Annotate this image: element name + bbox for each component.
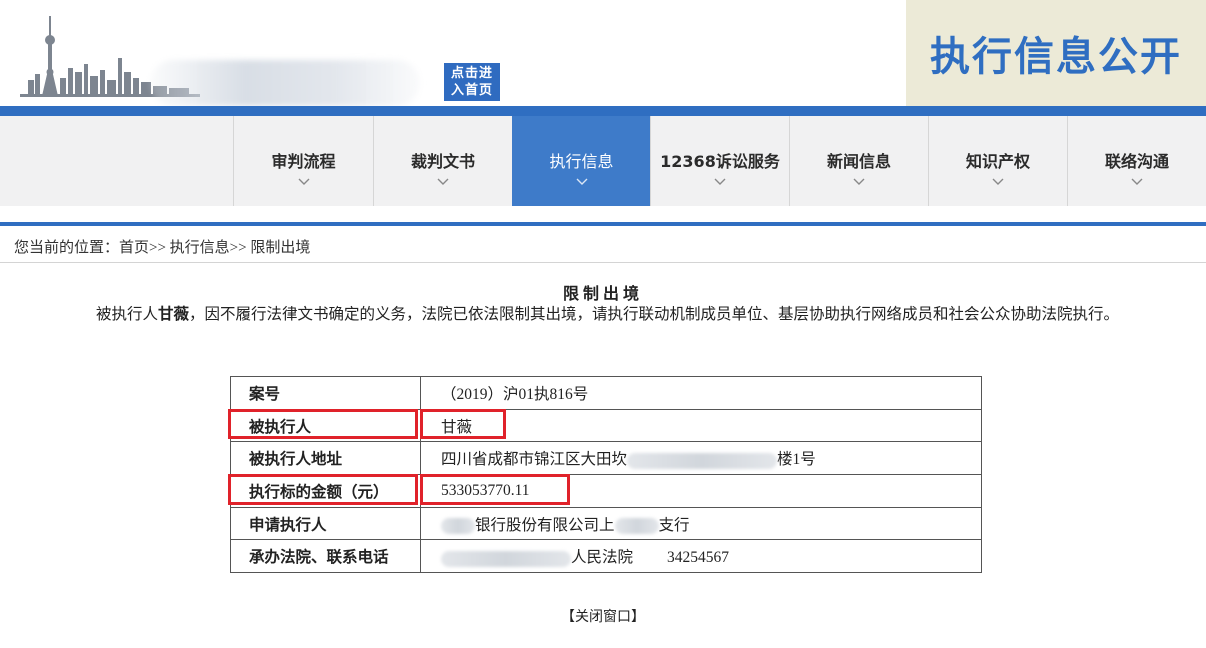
blurred-region xyxy=(614,518,659,535)
title-panel: 执行信息公开 xyxy=(906,0,1206,106)
court-phone: 34254567 xyxy=(667,549,730,567)
chevron-down-icon xyxy=(992,178,1004,185)
nav-label: 执行信息 xyxy=(549,152,614,171)
notice-body: 被执行人甘薇，因不履行法律文书确定的义务，法院已依法限制其出境，请执行联动机制成… xyxy=(24,302,1184,328)
court-label: 承办法院、联系电话 xyxy=(230,539,421,574)
breadcrumb: 您当前的位置：首页>> 执行信息>> 限制出境 xyxy=(14,240,311,256)
nav-item-news[interactable]: 新闻信息 xyxy=(789,116,928,206)
notice-pre: 被执行人 xyxy=(96,306,159,323)
address-value: 四川省成都市锦江区大田坎 楼1号 xyxy=(420,441,982,476)
chevron-down-icon xyxy=(437,178,449,185)
banner-divider xyxy=(0,106,1206,116)
nav-item-contact[interactable]: 联络沟通 xyxy=(1067,116,1206,206)
close-window-link[interactable]: 【关闭窗口】 xyxy=(0,606,1206,626)
nav-item-judgment-documents[interactable]: 裁判文书 xyxy=(373,116,512,206)
nav-label: 联络沟通 xyxy=(1104,152,1169,171)
address-end: 楼1号 xyxy=(777,451,816,469)
table-row: 承办法院、联系电话 人民法院 34254567 xyxy=(230,539,982,574)
blurred-region xyxy=(441,550,571,567)
highlight-box-amount-label xyxy=(228,474,418,505)
highlight-box-person-value xyxy=(420,409,506,439)
nav-label: 12368诉讼服务 xyxy=(660,152,780,171)
notice-person-name: 甘薇 xyxy=(158,306,190,323)
blurred-region xyxy=(627,452,778,469)
nav-item-ip[interactable]: 知识产权 xyxy=(928,116,1067,206)
nav-item-execution-info[interactable]: 执行信息 xyxy=(512,116,650,206)
applicant-mid: 银行股份有限公司上 xyxy=(475,516,615,534)
breadcrumb-divider xyxy=(0,262,1206,263)
home-button-line-1: 点击进 xyxy=(450,66,493,81)
chevron-down-icon xyxy=(298,178,309,185)
nav-label: 裁判文书 xyxy=(410,152,475,171)
nav-item-trial-process[interactable]: 审判流程 xyxy=(233,116,373,206)
table-row: 被执行人地址 四川省成都市锦江区大田坎 楼1号 xyxy=(230,441,982,476)
case-number-value: （2019）沪01执816号 xyxy=(420,376,982,410)
nav-label: 知识产权 xyxy=(965,152,1030,171)
nav-label: 审判流程 xyxy=(271,152,336,171)
nav-label: 新闻信息 xyxy=(826,152,891,171)
nav-divider xyxy=(0,222,1206,226)
blurred-region xyxy=(441,518,475,535)
table-row: 案号 （2019）沪01执816号 xyxy=(230,376,982,410)
home-button-line-2: 入首页 xyxy=(450,83,493,98)
notice-post: ，因不履行法律文书确定的义务，法院已依法限制其出境，请执行联动机制成员单位、基层… xyxy=(189,306,1120,323)
main-nav: 审判流程 裁判文书 执行信息 12368诉讼服务 新闻信息 知识产权 联络沟通 xyxy=(0,116,1206,206)
case-number-label: 案号 xyxy=(230,376,421,410)
enter-homepage-button[interactable]: 点击进 入首页 xyxy=(444,63,500,101)
chevron-down-icon xyxy=(714,178,726,185)
chevron-down-icon xyxy=(853,178,865,185)
court-mid: 人民法院 xyxy=(571,549,634,567)
chevron-down-icon xyxy=(1131,178,1143,185)
applicant-end: 支行 xyxy=(658,516,690,534)
notice-title: 限制出境 xyxy=(562,286,643,303)
table-row: 申请执行人 银行股份有限公司上 支行 xyxy=(230,506,982,541)
address-start: 四川省成都市锦江区大田坎 xyxy=(441,451,628,469)
highlight-box-person-label xyxy=(228,409,418,439)
applicant-label: 申请执行人 xyxy=(230,506,421,541)
site-banner: 点击进 入首页 执行信息公开 xyxy=(0,0,1206,108)
blurred-region xyxy=(150,60,420,106)
nav-item-12368-service[interactable]: 12368诉讼服务 xyxy=(650,116,789,206)
highlight-box-amount-value xyxy=(420,474,570,505)
court-value: 人民法院 34254567 xyxy=(420,539,982,574)
site-title: 执行信息公开 xyxy=(930,34,1182,80)
applicant-value: 银行股份有限公司上 支行 xyxy=(420,506,982,541)
address-label: 被执行人地址 xyxy=(230,441,421,476)
chevron-down-icon xyxy=(576,178,587,185)
